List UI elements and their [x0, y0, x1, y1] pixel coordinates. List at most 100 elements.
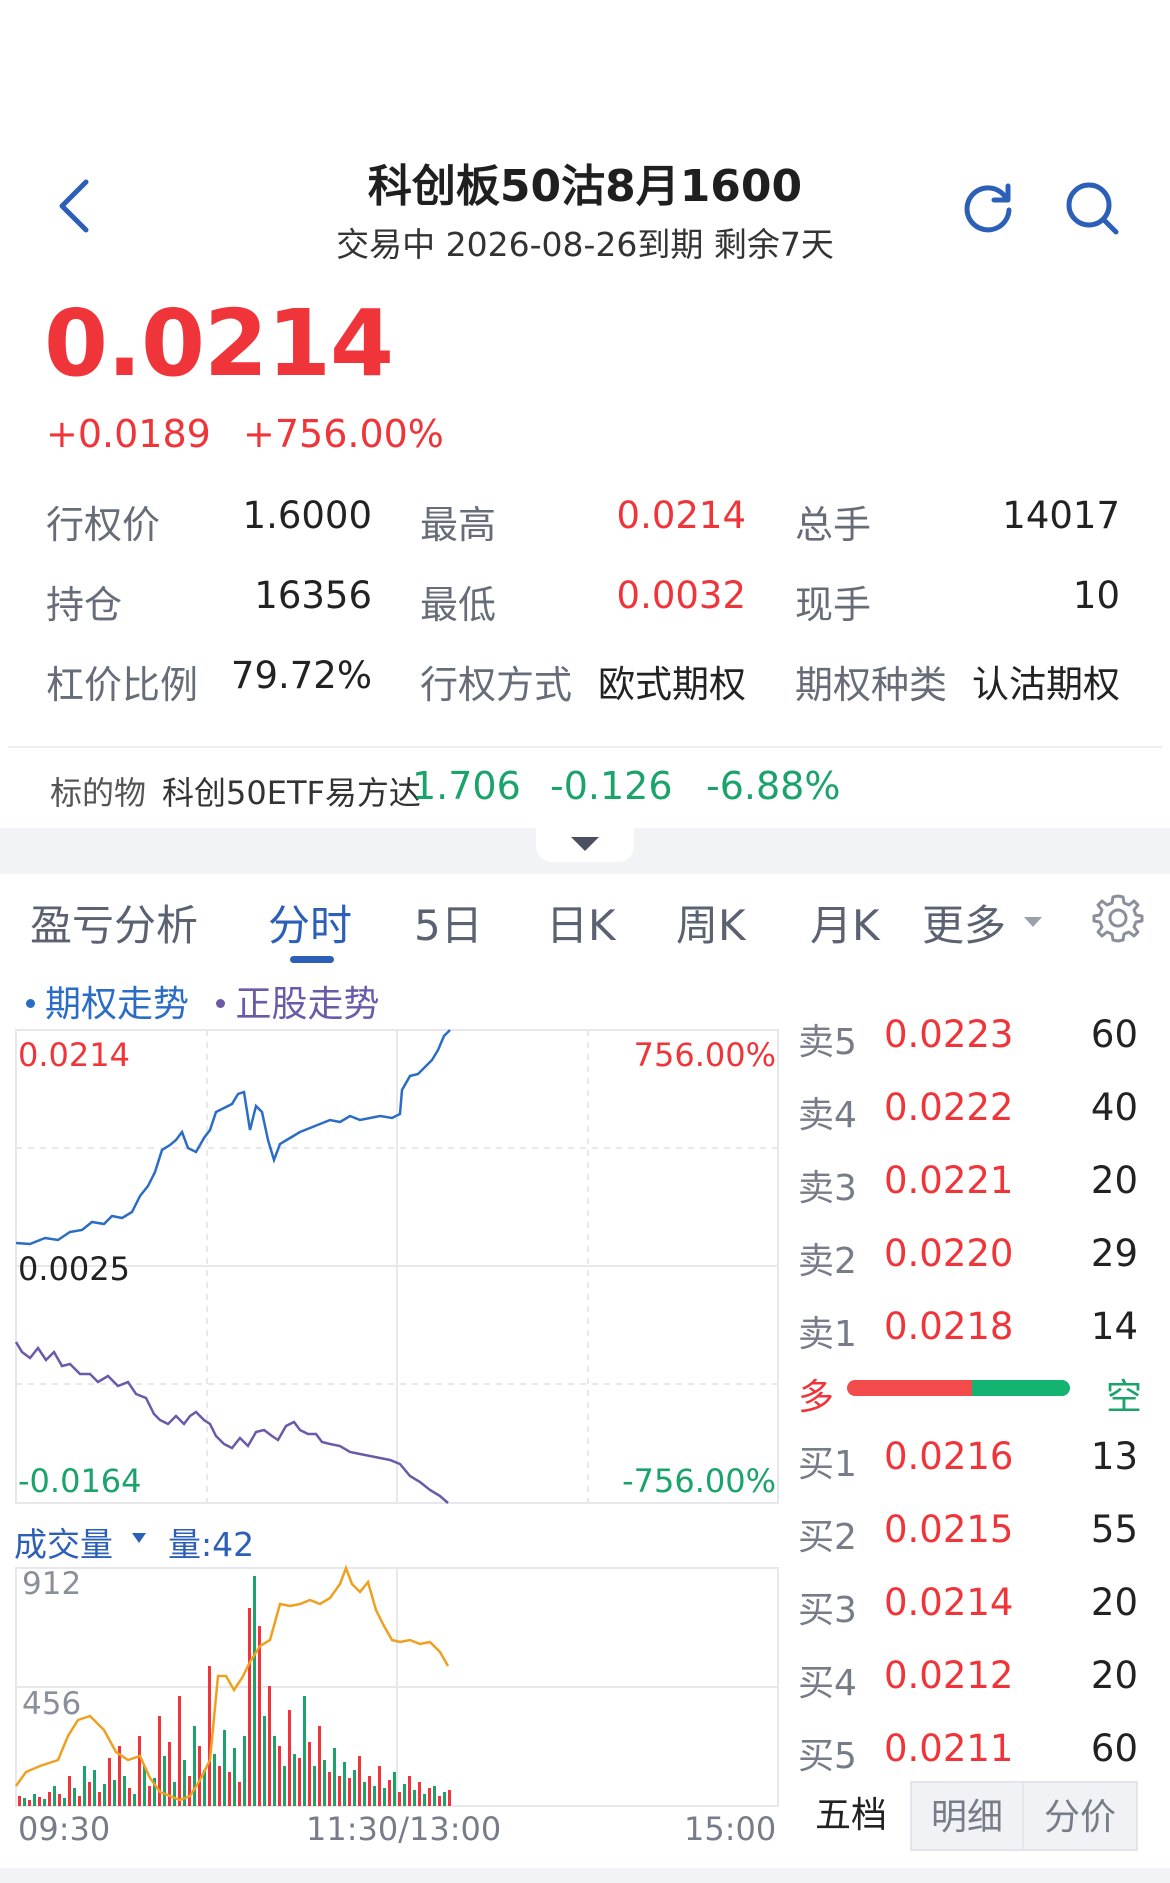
bid-qty: 13: [1090, 1435, 1138, 1478]
refresh-icon[interactable]: [958, 178, 1018, 238]
active-tab-indicator: [290, 956, 334, 963]
volume-bar: [273, 1736, 276, 1806]
volume-bar: [218, 1766, 221, 1806]
volume-bar: [78, 1796, 81, 1806]
legend-stock: 正股走势: [235, 984, 380, 1025]
stat-value-volume: 14017: [1002, 494, 1120, 537]
ask-label: 卖3: [798, 1168, 857, 1209]
volume-bar: [248, 1608, 251, 1806]
volume-bar: [83, 1766, 86, 1806]
bid-qty: 60: [1090, 1727, 1138, 1770]
volume-bar: [368, 1776, 371, 1806]
volume-bar: [408, 1776, 411, 1806]
ask-price[interactable]: 0.0220: [884, 1232, 1013, 1275]
bid-label: 买4: [798, 1663, 857, 1704]
volume-bar: [63, 1798, 66, 1806]
ask-label: 卖1: [798, 1314, 857, 1355]
volume-bar: [388, 1780, 391, 1806]
tab-more[interactable]: 更多: [922, 892, 1006, 953]
tab-weekly-k[interactable]: 周K: [676, 892, 746, 953]
stat-value-low: 0.0032: [616, 574, 746, 617]
volume-bar: [128, 1788, 131, 1806]
stat-label-open-interest: 持仓: [46, 583, 123, 627]
volume-bar: [68, 1776, 71, 1806]
tab-5day[interactable]: 5日: [414, 892, 483, 953]
stat-label-high: 最高: [420, 503, 497, 547]
volume-bar: [258, 1626, 261, 1806]
volume-bar: [448, 1790, 451, 1806]
ask-price[interactable]: 0.0223: [884, 1013, 1013, 1056]
bid-price[interactable]: 0.0216: [884, 1435, 1013, 1478]
volume-bar: [138, 1736, 141, 1806]
price-change: +0.0189: [46, 412, 211, 456]
stat-value-option-type: 认沽期权: [972, 663, 1120, 706]
volume-bar: [268, 1686, 271, 1806]
dropdown-arrow-icon[interactable]: [1022, 915, 1044, 929]
dropdown-arrow-icon[interactable]: [131, 1532, 147, 1544]
ask-price[interactable]: 0.0221: [884, 1159, 1013, 1202]
gear-icon[interactable]: [1090, 890, 1146, 946]
tab-daily-k[interactable]: 日K: [546, 892, 616, 953]
underlying-change-percent: -6.88%: [706, 764, 841, 808]
tab-intraday[interactable]: 分时: [268, 892, 352, 953]
stat-value-high: 0.0214: [616, 494, 746, 537]
tab-price-distribution[interactable]: 分价: [1024, 1781, 1138, 1851]
tab-details[interactable]: 明细: [910, 1781, 1024, 1851]
volume-bar: [303, 1696, 306, 1806]
bid-price[interactable]: 0.0215: [884, 1508, 1013, 1551]
volume-bar: [358, 1756, 361, 1806]
tab-five-levels[interactable]: 五档: [792, 1781, 910, 1851]
volume-title[interactable]: 成交量: [14, 1518, 113, 1566]
long-label: 多: [798, 1377, 835, 1418]
tab-pnl-analysis[interactable]: 盈亏分析: [30, 892, 198, 953]
volume-bar: [243, 1736, 246, 1806]
volume-bar: [228, 1772, 231, 1806]
volume-bar: [223, 1730, 226, 1806]
underlying-label: 标的物: [50, 774, 147, 812]
last-price: 0.0214: [44, 290, 394, 397]
ask-label: 卖5: [798, 1022, 857, 1063]
bid-label: 买1: [798, 1444, 857, 1485]
short-ratio-bar: [972, 1380, 1070, 1396]
volume-bar: [283, 1766, 286, 1806]
stat-label-exercise-style: 行权方式: [420, 663, 573, 707]
ask-price[interactable]: 0.0222: [884, 1086, 1013, 1129]
volume-bar: [313, 1766, 316, 1806]
bid-qty: 20: [1090, 1654, 1138, 1697]
volume-bar: [418, 1782, 421, 1806]
tab-monthly-k[interactable]: 月K: [810, 892, 880, 953]
option-detail-screen: 科创板50沽8月1600 交易中 2026-08-26到期 剩余7天 0.021…: [0, 0, 1170, 1883]
stat-value-exercise-style: 欧式期权: [598, 663, 746, 706]
volume-bar: [328, 1772, 331, 1806]
bid-price[interactable]: 0.0214: [884, 1581, 1013, 1624]
divider: [8, 746, 1162, 748]
underlying-name[interactable]: 科创50ETF易方达: [162, 768, 421, 814]
legend-dot-stock: [216, 998, 226, 1008]
legend-option: 期权走势: [45, 984, 190, 1025]
volume-bar: [318, 1726, 321, 1806]
bottom-separator: [0, 1868, 1170, 1883]
chevron-down-icon[interactable]: [571, 837, 599, 853]
volume-bar: [323, 1760, 326, 1806]
long-ratio-bar: [847, 1380, 972, 1396]
ask-qty: 60: [1090, 1013, 1138, 1056]
volume-bar: [353, 1770, 356, 1806]
volume-bar: [403, 1784, 406, 1806]
search-icon[interactable]: [1062, 178, 1122, 238]
volume-bar: [18, 1796, 21, 1806]
volume-bar: [23, 1798, 26, 1806]
ask-label: 卖4: [798, 1095, 857, 1136]
volume-bar: [113, 1780, 116, 1806]
volume-bar: [163, 1756, 166, 1806]
stat-value-current-hand: 10: [1072, 574, 1120, 617]
bid-label: 买3: [798, 1590, 857, 1631]
ask-price[interactable]: 0.0218: [884, 1305, 1013, 1348]
intraday-chart[interactable]: [0, 1020, 790, 1840]
volume-bar: [253, 1576, 256, 1806]
volume-bar: [48, 1792, 51, 1806]
bid-price[interactable]: 0.0211: [884, 1727, 1013, 1770]
stat-label-strike: 行权价: [46, 503, 161, 547]
chart-label-mid-left: 0.0025: [18, 1250, 130, 1288]
bid-price[interactable]: 0.0212: [884, 1654, 1013, 1697]
time-label-end: 15:00: [684, 1810, 777, 1848]
